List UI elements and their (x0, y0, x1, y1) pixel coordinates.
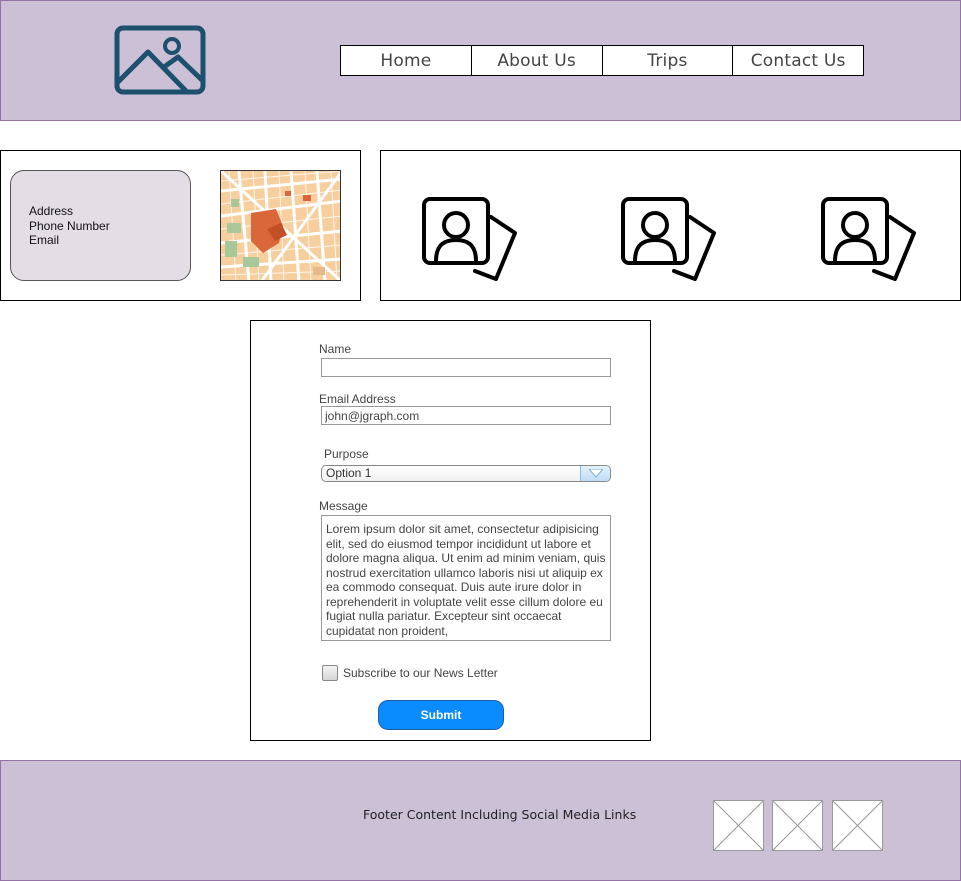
name-field[interactable] (321, 358, 611, 377)
social-link-placeholder-icon[interactable] (713, 800, 764, 851)
social-link-placeholder-icon[interactable] (832, 800, 883, 851)
email-label: Email (29, 233, 60, 247)
name-label: Name (319, 342, 352, 356)
nav-trips[interactable]: Trips (603, 46, 734, 75)
person-card-icon[interactable] (421, 197, 517, 281)
chevron-down-icon[interactable] (580, 466, 610, 481)
nav-home[interactable]: Home (341, 46, 472, 75)
city-map-image[interactable] (220, 170, 341, 281)
email-field[interactable] (321, 406, 611, 425)
nav-contact-us[interactable]: Contact Us (733, 46, 863, 75)
newsletter-label: Subscribe to our News Letter (343, 666, 498, 680)
purpose-selected-value: Option 1 (326, 466, 372, 480)
person-card-icon[interactable] (820, 197, 916, 281)
person-card-icon[interactable] (620, 197, 716, 281)
social-link-placeholder-icon[interactable] (772, 800, 823, 851)
contact-details-card: Address Phone Number Email (10, 170, 191, 281)
phone-label: Phone Number (29, 218, 110, 233)
purpose-label: Purpose (324, 447, 369, 461)
newsletter-checkbox[interactable] (322, 665, 338, 681)
message-textarea[interactable]: Lorem ipsum dolor sit amet, consectetur … (321, 515, 611, 641)
purpose-select[interactable]: Option 1 (321, 465, 611, 482)
submit-button[interactable]: Submit (378, 700, 504, 730)
main-nav: Home About Us Trips Contact Us (340, 45, 864, 76)
image-placeholder-icon[interactable] (114, 25, 206, 95)
nav-about-us[interactable]: About Us (472, 46, 603, 75)
email-address-label: Email Address (319, 392, 396, 406)
address-label: Address (29, 204, 74, 218)
footer-text: Footer Content Including Social Media Li… (363, 807, 637, 822)
message-label: Message (319, 499, 368, 513)
